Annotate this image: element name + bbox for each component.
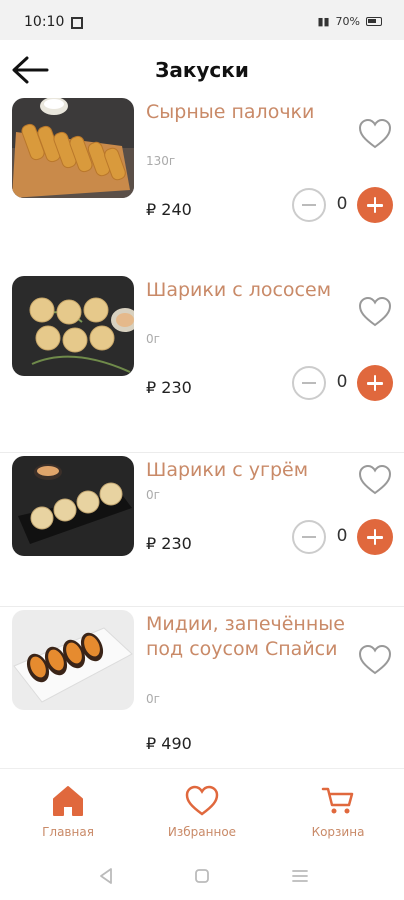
battery-percent: 70%	[335, 15, 360, 28]
product-weight: 0г	[146, 332, 160, 346]
quantity-value: 0	[336, 194, 348, 214]
product-image-salmon-balls	[12, 276, 134, 376]
product-image-eel-balls	[12, 456, 134, 556]
nav-home-icon[interactable]	[190, 866, 214, 886]
tab-cart[interactable]: Корзина	[278, 785, 398, 839]
favorite-heart-icon[interactable]	[358, 118, 392, 150]
favorite-heart-icon[interactable]	[358, 464, 392, 496]
decrease-quantity-button[interactable]	[292, 188, 326, 222]
status-time: 10:10	[24, 14, 65, 30]
system-nav-bar	[0, 852, 404, 900]
decrease-quantity-button[interactable]	[292, 366, 326, 400]
status-indicators: ▮▮ 70%	[317, 15, 382, 28]
quantity-value: 0	[336, 526, 348, 546]
tab-label: Главная	[42, 825, 94, 839]
notification-icon	[71, 17, 83, 29]
product-price: ₽ 240	[146, 200, 192, 219]
cart-icon	[321, 787, 354, 814]
product-card[interactable]: Сырные палочки 130г ₽ 240 0	[0, 96, 404, 275]
home-icon	[53, 786, 83, 816]
product-image-cheese-sticks	[12, 98, 134, 198]
product-price: ₽ 230	[146, 378, 192, 397]
product-list[interactable]: Сырные палочки 130г ₽ 240 0 Шарики с лос…	[0, 96, 404, 768]
tab-label: Избранное	[167, 825, 237, 839]
product-weight: 0г	[146, 692, 160, 706]
product-price: ₽ 490	[146, 734, 192, 753]
increase-quantity-button[interactable]	[357, 187, 393, 223]
product-weight: 130г	[146, 154, 176, 168]
page-title: Закуски	[155, 58, 249, 82]
app-header: Закуски	[0, 40, 404, 100]
product-name: Сырные палочки	[146, 101, 315, 123]
tab-label: Корзина	[311, 825, 365, 839]
product-name: Шарики с угрём	[146, 459, 309, 481]
product-image-baked-mussels	[12, 610, 134, 710]
product-card[interactable]: Шарики с лососем 0г ₽ 230 0	[0, 274, 404, 453]
favorite-heart-icon[interactable]	[358, 296, 392, 328]
decrease-quantity-button[interactable]	[292, 520, 326, 554]
battery-icon	[366, 17, 382, 26]
product-name: Шарики с лососем	[146, 279, 332, 301]
tab-favorites[interactable]: Избранное	[142, 785, 262, 839]
nav-back-icon[interactable]	[94, 866, 118, 886]
product-card[interactable]: Шарики с угрём 0г ₽ 230 0	[0, 454, 404, 607]
bottom-tab-bar: Главная Избранное Корзина	[0, 768, 404, 853]
nav-menu-icon[interactable]	[288, 866, 312, 886]
status-bar: 10:10 ▮▮ 70%	[0, 0, 404, 40]
increase-quantity-button[interactable]	[357, 365, 393, 401]
product-name: Мидии, запечённые под соусом Спайси	[146, 613, 345, 660]
tab-home[interactable]: Главная	[8, 785, 128, 839]
product-price: ₽ 230	[146, 534, 192, 553]
signal-icon: ▮▮	[317, 15, 330, 28]
product-card[interactable]: Мидии, запечённые под соусом Спайси 0г ₽…	[0, 608, 404, 768]
favorite-heart-icon[interactable]	[358, 644, 392, 676]
quantity-value: 0	[336, 372, 348, 392]
increase-quantity-button[interactable]	[357, 519, 393, 555]
product-weight: 0г	[146, 488, 160, 502]
heart-icon	[185, 785, 219, 816]
